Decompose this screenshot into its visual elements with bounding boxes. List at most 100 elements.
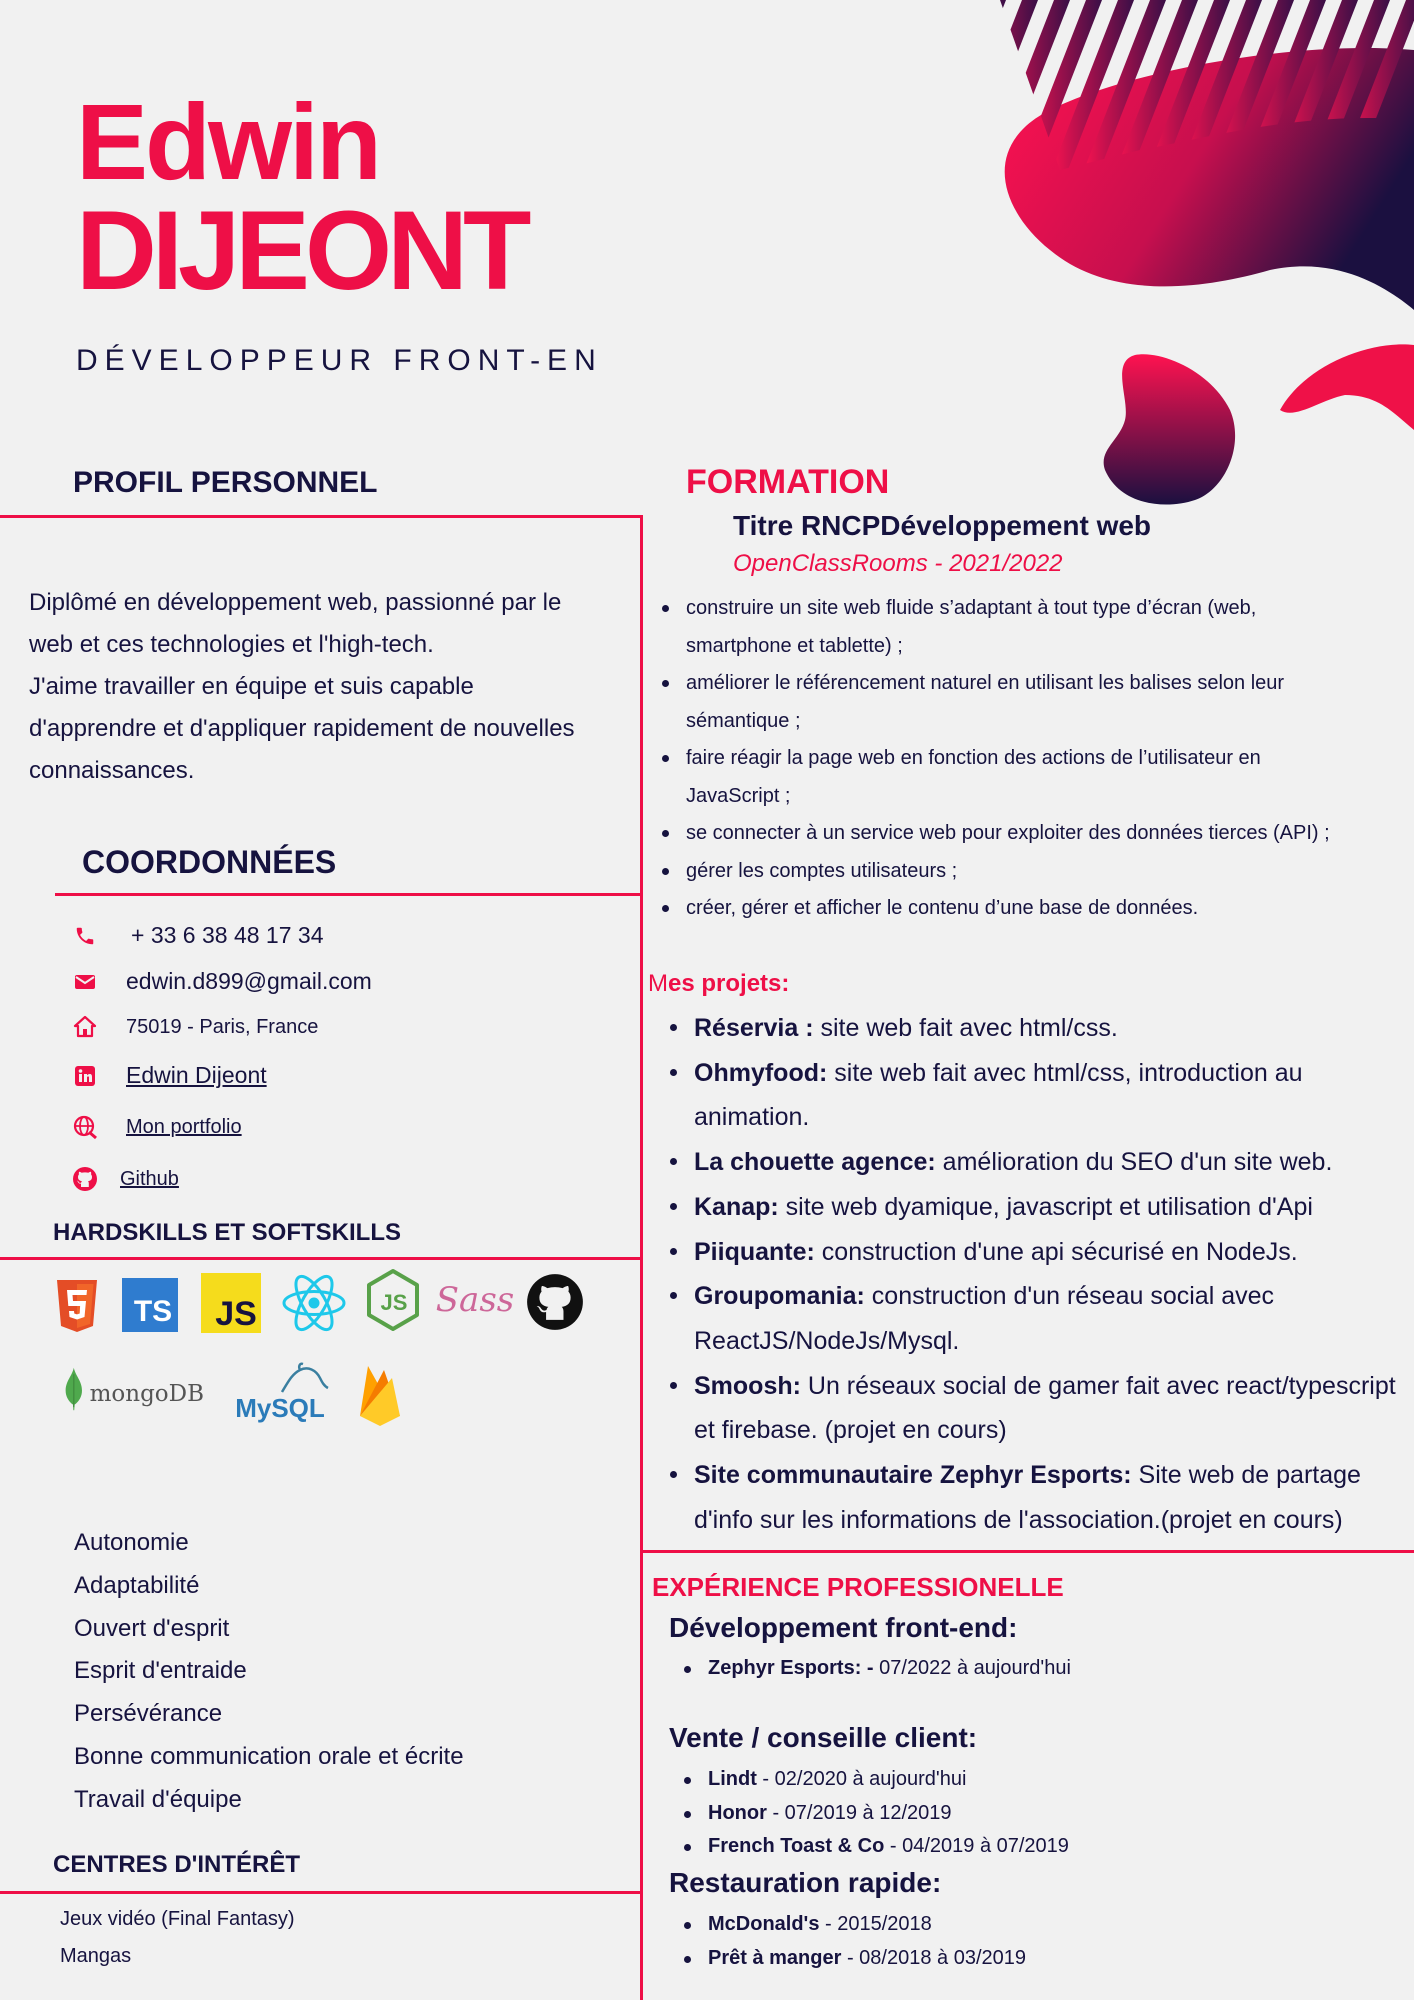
profile-line: web et ces technologies et l'high-tech. [29, 631, 434, 658]
experience-item: Zephyr Esports: - 07/2022 à aujourd'hui [676, 1652, 1071, 1686]
experience-item: McDonald's - 2015/2018 [676, 1908, 1026, 1942]
formation-list: construire un site web fluide s’adaptant… [654, 590, 1394, 928]
contact-portfolio[interactable]: Mon portfolio [72, 1114, 242, 1140]
contact-email[interactable]: edwin.d899@gmail.com [72, 968, 372, 995]
experience-group-title: Restauration rapide: [669, 1867, 942, 1898]
profile-divider [0, 515, 643, 518]
experience-group-title: Vente / conseille client: [669, 1722, 978, 1753]
profile-line: d'apprendre et d'appliquer rapidement de… [29, 715, 575, 742]
project-item: Smoosh: Un réseaux social de gamer fait … [662, 1364, 1402, 1453]
svg-text:JS: JS [381, 1290, 408, 1315]
stripe [1112, 0, 1198, 170]
stripe [1016, 0, 1102, 170]
project-item: La chouette agence: amélioration du SEO … [662, 1140, 1402, 1185]
linkedin-icon [72, 1063, 98, 1089]
project-item: Ohmyfood: site web fait avec html/css, i… [662, 1051, 1402, 1140]
github-icon [72, 1166, 98, 1192]
interest-item: Jeux vidéo (Final Fantasy) [60, 1908, 295, 1930]
project-item: Piiquante: construction d'une api sécuri… [662, 1230, 1402, 1275]
javascript-logo-text: JS [215, 1294, 257, 1333]
mongodb-logo: mongoDB [64, 1362, 204, 1416]
softskill-item: Adaptabilité [74, 1571, 200, 1599]
stripe [1208, 0, 1294, 170]
large-blob [1004, 48, 1414, 310]
github-link[interactable]: Github [120, 1168, 179, 1191]
stripe [1144, 0, 1230, 170]
profile-line: J'aime travailler en équipe et suis capa… [29, 673, 474, 700]
profile-line: Diplômé en développement web, passionné … [29, 589, 562, 616]
projects-heading-rest: es projets: [668, 970, 790, 997]
stripe [1000, 0, 1038, 170]
project-item: Réservia : site web fait avec html/css. [662, 1006, 1402, 1051]
projects-heading: Mes projets: [648, 970, 789, 998]
skills-heading: HARDSKILLS ET SOFTSKILLS [53, 1219, 401, 1246]
formation-item: améliorer le référencement naturel en ut… [654, 665, 1394, 740]
stripe [1240, 0, 1326, 170]
interests-heading: CENTRES D'INTÉRÊT [53, 1851, 301, 1878]
formation-item: faire réagir la page web en fonction des… [654, 740, 1394, 815]
profile-heading: PROFIL PERSONNEL [73, 466, 378, 499]
job-title: DÉVELOPPEUR FRONT-EN [76, 344, 603, 377]
experience-item: Prêt à manger - 08/2018 à 03/2019 [676, 1942, 1026, 1976]
stripes [1000, 0, 1414, 170]
skills-divider [0, 1257, 643, 1260]
stripe [1304, 0, 1390, 170]
mongodb-logo-text: mongoDB [89, 1381, 204, 1407]
project-item: Kanap: site web dyamique, javascript et … [662, 1185, 1402, 1230]
javascript-logo: JS [201, 1273, 261, 1333]
softskill-item: Ouvert d'esprit [74, 1614, 230, 1642]
contact-phone: + 33 6 38 48 17 34 [72, 922, 323, 949]
experience-item: French Toast & Co - 04/2019 à 07/2019 [676, 1830, 1069, 1864]
stripe [1176, 0, 1262, 170]
home-icon [72, 1014, 98, 1040]
interests-divider [0, 1891, 643, 1894]
contact-heading: COORDONNÉES [82, 844, 337, 880]
contact-github[interactable]: Github [72, 1166, 179, 1192]
softskill-item: Bonne communication orale et écrite [74, 1742, 464, 1770]
contact-address: 75019 - Paris, France [72, 1014, 318, 1040]
experience-heading: EXPÉRIENCE PROFESSIONELLE [652, 1572, 1064, 1602]
softskill-item: Esprit d'entraide [74, 1657, 247, 1685]
experience-list: Zephyr Esports: - 07/2022 à aujourd'hui [676, 1652, 1071, 1686]
experience-item: Lindt - 02/2020 à aujourd'hui [676, 1763, 1069, 1797]
last-name: DIJEONT [76, 188, 531, 313]
portfolio-link[interactable]: Mon portfolio [126, 1116, 242, 1139]
github-logo [526, 1273, 584, 1331]
softskill-item: Travail d'équipe [74, 1785, 242, 1813]
stripe [1336, 0, 1414, 170]
typescript-logo-text: TS [133, 1295, 173, 1328]
stripe [1080, 0, 1166, 170]
projects-heading-initial: M [648, 970, 668, 997]
phone-number: + 33 6 38 48 17 34 [131, 922, 324, 948]
experience-group-title: Développement front-end: [669, 1612, 1018, 1643]
email-address[interactable]: edwin.d899@gmail.com [126, 968, 372, 995]
interest-item: Mangas [60, 1945, 132, 1967]
formation-heading: FORMATION [686, 463, 890, 501]
formation-degree: Titre RNCPDéveloppement web [733, 510, 1152, 541]
phone-icon [72, 923, 98, 949]
nodejs-logo: JS [365, 1268, 421, 1332]
formation-school: OpenClassRooms - 2021/2022 [733, 550, 1063, 577]
softskill-item: Persévérance [74, 1700, 223, 1728]
html5-logo [55, 1280, 99, 1332]
contact-linkedin[interactable]: Edwin Dijeont [72, 1062, 267, 1089]
project-item: Groupomania: construction d'un réseau so… [662, 1274, 1402, 1363]
typescript-logo: TS [122, 1278, 178, 1332]
interests-list: Jeux vidéo (Final Fantasy) Mangas [60, 1901, 295, 1975]
react-logo [281, 1272, 347, 1334]
edge-blob [1280, 344, 1414, 430]
formation-item: construire un site web fluide s’adaptant… [654, 590, 1394, 665]
sass-logo-text: Sass [435, 1280, 515, 1320]
formation-item: créer, gérer et afficher le contenu d’un… [654, 890, 1394, 928]
stripe [1000, 0, 1070, 170]
address-text: 75019 - Paris, France [126, 1015, 319, 1038]
softskill-item: Autonomie [74, 1529, 189, 1556]
projects-list: Réservia : site web fait avec html/css. … [662, 1006, 1402, 1542]
profile-line: connaissances. [29, 757, 195, 784]
stripe [1000, 0, 1006, 170]
experience-list: McDonald's - 2015/2018 Prêt à manger - 0… [676, 1908, 1026, 1975]
experience-list: Lindt - 02/2020 à aujourd'hui Honor - 07… [676, 1763, 1069, 1864]
project-item: Site communautaire Zephyr Esports: Site … [662, 1453, 1402, 1542]
formation-item: se connecter à un service web pour explo… [654, 815, 1394, 853]
linkedin-link[interactable]: Edwin Dijeont [126, 1062, 267, 1089]
